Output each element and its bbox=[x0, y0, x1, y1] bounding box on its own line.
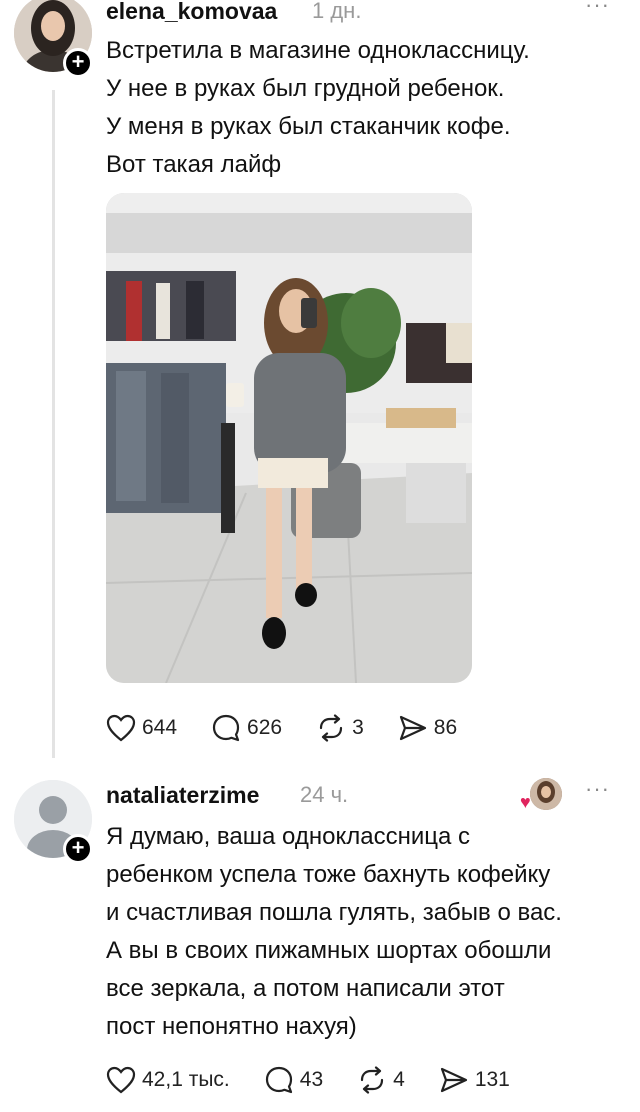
like-count: 644 bbox=[142, 716, 178, 739]
more-dots-icon[interactable]: ··· bbox=[585, 0, 610, 18]
post-time: 1 дн. bbox=[312, 0, 362, 23]
comment-count: 43 bbox=[299, 1068, 324, 1091]
repost-button[interactable]: 3 bbox=[316, 714, 364, 742]
author-like-avatar bbox=[530, 778, 562, 810]
reply-text-line: и счастливая пошла гулять, забыв о вас. bbox=[106, 899, 562, 926]
username[interactable]: nataliaterzime bbox=[106, 782, 259, 809]
reply-text: Я думаю, ваша одноклассница с ребенком у… bbox=[106, 818, 626, 1046]
send-icon bbox=[399, 715, 426, 741]
reply-text-line: пост непонятно нахуя) bbox=[106, 1013, 357, 1040]
like-count: 42,1 тыс. bbox=[142, 1068, 230, 1091]
post: + elena_komovaa 1 дн. ··· Встретила в ма… bbox=[0, 0, 640, 760]
reply-post: + nataliaterzime 24 ч. ♥ ··· Я думаю, ва… bbox=[0, 760, 640, 1112]
share-count: 131 bbox=[474, 1068, 510, 1091]
reply-text-line: все зеркала, а потом написали этот bbox=[106, 975, 505, 1002]
reply-actions: 42,1 тыс. 43 4 131 bbox=[106, 1060, 544, 1100]
repost-button[interactable]: 4 bbox=[357, 1066, 405, 1094]
username[interactable]: elena_komovaa bbox=[106, 0, 277, 25]
repost-count: 4 bbox=[393, 1068, 405, 1091]
more-dots-icon[interactable]: ··· bbox=[585, 776, 610, 802]
share-button[interactable]: 131 bbox=[439, 1066, 510, 1094]
reply-text-line: А вы в своих пижамных шортах обошли bbox=[106, 937, 552, 964]
comment-count: 626 bbox=[247, 716, 283, 739]
send-icon bbox=[440, 1067, 467, 1093]
comment-bubble-icon bbox=[212, 714, 240, 742]
comment-button[interactable]: 626 bbox=[211, 713, 282, 743]
post-actions: 644 626 3 86 bbox=[106, 708, 491, 748]
like-button[interactable]: 42,1 тыс. bbox=[106, 1066, 230, 1094]
post-text-line: Вот такая лайф bbox=[106, 151, 282, 178]
post-text-line: Встретила в магазине одноклассницу. bbox=[106, 37, 530, 64]
comment-bubble-icon bbox=[265, 1066, 292, 1094]
post-photo[interactable] bbox=[106, 193, 472, 683]
follow-plus-icon[interactable]: + bbox=[63, 834, 93, 864]
comment-button[interactable]: 43 bbox=[264, 1065, 323, 1095]
share-button[interactable]: 86 bbox=[398, 714, 457, 742]
post-text-line: У меня в руках был стаканчик кофе. bbox=[106, 113, 511, 140]
post-text-line: У нее в руках был грудной ребенок. bbox=[106, 75, 505, 102]
repost-icon bbox=[361, 1066, 384, 1094]
heart-icon: ♥ bbox=[520, 792, 531, 812]
reply-text-line: ребенком успела тоже бахнуть кофейку bbox=[106, 861, 551, 888]
share-count: 86 bbox=[433, 716, 458, 739]
post-text: Встретила в магазине одноклассницу. У не… bbox=[106, 32, 606, 184]
heart-icon bbox=[106, 1066, 136, 1094]
heart-icon bbox=[106, 714, 136, 742]
repost-count: 3 bbox=[352, 716, 364, 739]
repost-icon bbox=[319, 714, 343, 742]
reply-text-line: Я думаю, ваша одноклассница с bbox=[106, 823, 470, 850]
like-button[interactable]: 644 bbox=[106, 714, 177, 742]
post-time: 24 ч. bbox=[300, 782, 349, 807]
follow-plus-icon[interactable]: + bbox=[63, 48, 93, 78]
thread-line bbox=[52, 90, 55, 758]
